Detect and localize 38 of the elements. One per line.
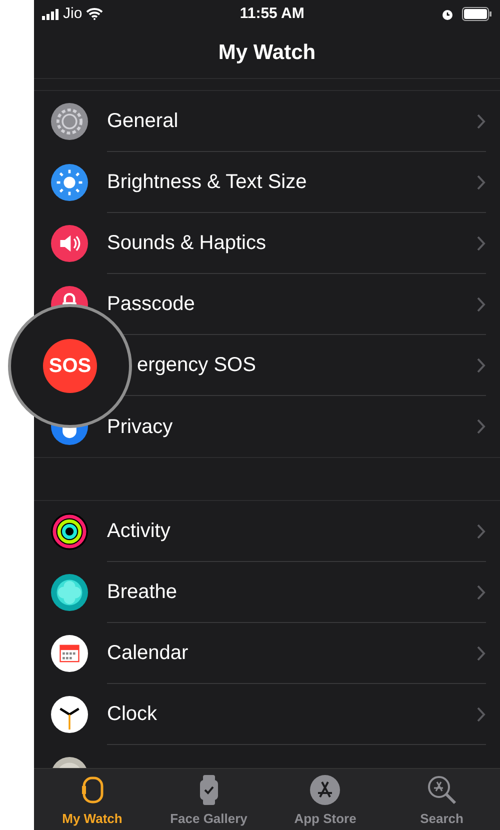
page-title: My Watch [217,40,317,66]
chevron-icon [477,524,486,538]
tab-button[interactable]: My Watch [34,769,150,830]
sos-badge: SOS [43,339,97,393]
tab-button[interactable]: App Store [267,769,384,830]
settings-row[interactable]: Breathe [34,562,500,623]
carrier-name: Jio [63,4,82,24]
settings-row[interactable]: Brightness & Text Size [34,152,500,213]
calendar-icon [51,635,88,672]
chevron-icon [477,706,486,722]
rings-icon [51,513,88,550]
tab-button[interactable]: Face Gallery [150,769,267,830]
alarm-icon [440,8,454,20]
flower-icon [51,574,88,611]
settings-row[interactable]: Sounds & Haptics [34,213,500,274]
speaker-icon [51,225,88,262]
settings-row[interactable]: Clock [34,684,500,745]
app-store-icon [309,774,342,806]
sun-icon [51,164,88,201]
status-time: 11:55 AM [240,4,304,24]
chevron-icon [477,114,486,128]
chevron-icon [477,358,486,372]
wifi-icon [86,8,104,20]
tab-button[interactable]: Search [384,769,500,830]
chevron-icon [477,646,486,660]
settings-row[interactable]: Activity [34,501,500,562]
search-icon [426,774,458,806]
chevron-icon [477,174,486,190]
chevron-icon [477,296,486,312]
settings-row[interactable]: Calendar [34,623,500,684]
chevron-icon [477,236,486,250]
battery-icon [462,7,492,21]
clock-icon [51,696,88,733]
signal-icon [42,8,59,20]
chevron-icon [477,584,486,600]
gear-icon [51,103,88,140]
settings-row[interactable]: General [34,91,500,152]
chevron-icon [477,419,486,434]
